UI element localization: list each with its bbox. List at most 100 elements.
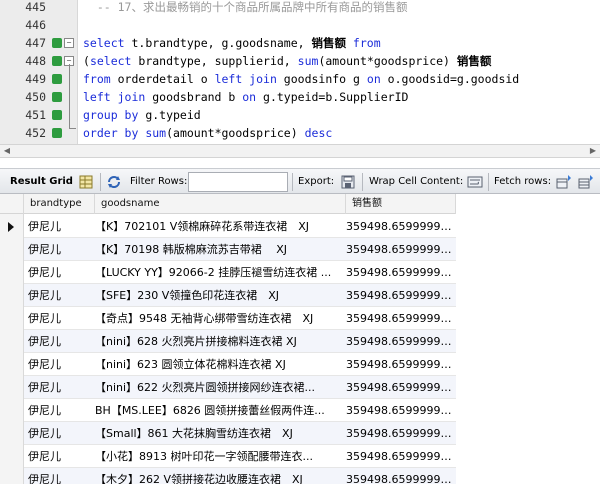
cell-brandtype[interactable]: 伊尼儿 bbox=[28, 468, 94, 484]
code-line[interactable]: 446 bbox=[0, 16, 600, 34]
cell-sales[interactable]: 359498.659999998 bbox=[346, 215, 454, 238]
cell-brandtype[interactable]: 伊尼儿 bbox=[28, 353, 94, 376]
cell-brandtype[interactable]: 伊尼儿 bbox=[28, 284, 94, 307]
filter-rows-input[interactable] bbox=[188, 172, 288, 192]
cell-brandtype[interactable]: 伊尼儿 bbox=[28, 330, 94, 353]
code-line[interactable]: 447 − select t.brandtype, g.goodsname, 销售额… bbox=[0, 34, 600, 52]
table-row[interactable]: 伊尼儿 【Small】861 大花抹胸雪纺连衣裙 XJ 359498.6599999… bbox=[24, 422, 456, 445]
column-header-goodsname[interactable]: goodsname bbox=[95, 194, 346, 214]
code-line[interactable]: 450 left join goodsbrand b on g.typeid=b.… bbox=[0, 88, 600, 106]
table-row[interactable]: 伊尼儿 【K】70198 韩版棉麻流苏吉带裙 XJ 359498.659999998 bbox=[24, 238, 456, 261]
table-row[interactable]: 伊尼儿 【nini】628 火烈亮片拼接棉料连衣裙 XJ 359498.659999… bbox=[24, 330, 456, 353]
cell-goodsname[interactable]: 【nini】623 圆领立体花棉料连衣裙 XJ bbox=[95, 353, 345, 376]
table-row[interactable]: 伊尼儿 【nini】622 火烈亮片圆领拼接网纱连衣裙... 359498.6599… bbox=[24, 376, 456, 399]
sql-token: ( bbox=[83, 54, 90, 68]
cell-goodsname[interactable]: 【奇点】9548 无袖背心绑带雪纺连衣裙 XJ bbox=[95, 307, 345, 330]
table-row[interactable]: 伊尼儿 【小花】8913 树叶印花一字领配腰带连衣... 359498.659999… bbox=[24, 445, 456, 468]
cell-goodsname[interactable]: 【K】70198 韩版棉麻流苏吉带裙 XJ bbox=[95, 238, 345, 261]
statement-marker-icon[interactable] bbox=[52, 38, 62, 48]
code-line[interactable]: 448− (select brandtype, supplierid, sum(a… bbox=[0, 52, 600, 70]
cell-goodsname[interactable]: BH【MS.LEE】6826 圆领拼接蕾丝假两件连... bbox=[95, 399, 345, 422]
code-text[interactable]: -- 17、求出最畅销的十个商品所属品牌中所有商品的销售额 bbox=[83, 0, 408, 16]
cell-sales[interactable]: 359498.659999998 bbox=[346, 284, 454, 307]
result-grid[interactable]: brandtype goodsname 销售额 伊尼儿 【K】702101 V领棉… bbox=[0, 194, 600, 484]
cell-sales[interactable]: 359498.659999998 bbox=[346, 445, 454, 468]
code-text[interactable]: select t.brandtype, g.goodsname, 销售额 fro… bbox=[83, 34, 381, 52]
sql-keyword: desc bbox=[304, 126, 333, 140]
sql-token: 销售额 bbox=[456, 54, 492, 68]
column-header-brandtype[interactable]: brandtype bbox=[24, 194, 95, 214]
scroll-left-icon[interactable]: ◀ bbox=[0, 145, 14, 157]
cell-brandtype[interactable]: 伊尼儿 bbox=[28, 445, 94, 468]
code-text[interactable]: group by g.typeid bbox=[83, 106, 201, 124]
cell-goodsname[interactable]: 【Small】861 大花抹胸雪纺连衣裙 XJ bbox=[95, 422, 345, 445]
table-row[interactable]: 伊尼儿 【K】702101 V领棉麻碎花系带连衣裙 XJ 359498.659999… bbox=[24, 215, 456, 238]
cell-goodsname[interactable]: 【SFE】230 V领撞色印花连衣裙 XJ bbox=[95, 284, 345, 307]
table-row[interactable]: 伊尼儿 【SFE】230 V领撞色印花连衣裙 XJ 359498.659999998 bbox=[24, 284, 456, 307]
sql-token: o.goodsid=g.goodsid bbox=[380, 72, 520, 86]
cell-sales[interactable]: 359498.659999998 bbox=[346, 238, 454, 261]
result-toolbar: Result Grid Filter Rows: Export: Wrap Ce… bbox=[0, 168, 600, 194]
fetch-all-rows-icon[interactable] bbox=[578, 174, 594, 190]
cell-goodsname[interactable]: 【K】702101 V领棉麻碎花系带连衣裙 XJ bbox=[95, 215, 345, 238]
editor-horizontal-scrollbar[interactable]: ◀ ▶ bbox=[0, 144, 600, 158]
code-text[interactable]: from orderdetail o left join goodsinfo g… bbox=[83, 70, 519, 88]
result-grid-tab[interactable]: Result Grid bbox=[10, 169, 73, 195]
cell-goodsname[interactable]: 【LUCKY YY】92066-2 挂脖压褪雪纺连衣裙 ... bbox=[95, 261, 345, 284]
cell-brandtype[interactable]: 伊尼儿 bbox=[28, 215, 94, 238]
code-text[interactable]: left join goodsbrand b on g.typeid=b.Sup… bbox=[83, 88, 408, 106]
code-line[interactable]: 449 from orderdetail o left join goodsinf… bbox=[0, 70, 600, 88]
table-row[interactable]: 伊尼儿 BH【MS.LEE】6826 圆领拼接蕾丝假两件连... 359498.65… bbox=[24, 399, 456, 422]
cell-sales[interactable]: 359498.659999998 bbox=[346, 422, 454, 445]
statement-marker-icon[interactable] bbox=[52, 92, 62, 102]
code-text[interactable]: (select brandtype, supplierid, sum(amoun… bbox=[83, 52, 491, 70]
cell-goodsname[interactable]: 【nini】628 火烈亮片拼接棉料连衣裙 XJ bbox=[95, 330, 345, 353]
cell-sales[interactable]: 359498.659999998 bbox=[346, 468, 454, 484]
cell-sales[interactable]: 359498.659999998 bbox=[346, 353, 454, 376]
statement-marker-icon[interactable] bbox=[52, 128, 62, 138]
cell-goodsname[interactable]: 【小花】8913 树叶印花一字领配腰带连衣... bbox=[95, 445, 345, 468]
code-line[interactable]: 445 -- 17、求出最畅销的十个商品所属品牌中所有商品的销售额 bbox=[0, 0, 600, 16]
code-line[interactable]: 451 group by g.typeid bbox=[0, 106, 600, 124]
line-number: 445 bbox=[25, 0, 46, 14]
cell-sales[interactable]: 359498.659999998 bbox=[346, 307, 454, 330]
cell-brandtype[interactable]: 伊尼儿 bbox=[28, 261, 94, 284]
sql-editor[interactable]: 445 -- 17、求出最畅销的十个商品所属品牌中所有商品的销售额 446 447 −… bbox=[0, 0, 600, 144]
table-row[interactable]: 伊尼儿 【LUCKY YY】92066-2 挂脖压褪雪纺连衣裙 ... 359498… bbox=[24, 261, 456, 284]
cell-brandtype[interactable]: 伊尼儿 bbox=[28, 376, 94, 399]
cell-brandtype[interactable]: 伊尼儿 bbox=[28, 422, 94, 445]
sql-keyword: left join bbox=[83, 90, 146, 104]
sql-keyword: left join bbox=[214, 72, 277, 86]
table-row[interactable]: 伊尼儿 【木夕】262 V领拼接花边收腰连衣裙 XJ 359498.65999999… bbox=[24, 468, 456, 484]
cell-brandtype[interactable]: 伊尼儿 bbox=[28, 238, 94, 261]
statement-marker-icon[interactable] bbox=[52, 56, 62, 66]
cell-sales[interactable]: 359498.659999998 bbox=[346, 330, 454, 353]
statement-marker-icon[interactable] bbox=[52, 110, 62, 120]
cell-sales[interactable]: 359498.659999998 bbox=[346, 399, 454, 422]
statement-marker-icon[interactable] bbox=[52, 74, 62, 84]
cell-sales[interactable]: 359498.659999998 bbox=[346, 376, 454, 399]
cell-brandtype[interactable]: 伊尼儿 bbox=[28, 307, 94, 330]
export-label: Export: bbox=[298, 176, 335, 187]
cell-brandtype[interactable]: 伊尼儿 bbox=[28, 399, 94, 422]
table-row[interactable]: 伊尼儿 【nini】623 圆领立体花棉料连衣裙 XJ 359498.6599999… bbox=[24, 353, 456, 376]
row-selector-column[interactable] bbox=[0, 214, 24, 484]
column-header-sales[interactable]: 销售额 bbox=[346, 194, 456, 214]
code-text[interactable]: order by sum(amount*goodsprice) desc bbox=[83, 124, 332, 142]
fetch-next-rows-icon[interactable] bbox=[556, 174, 572, 190]
cell-goodsname[interactable]: 【木夕】262 V领拼接花边收腰连衣裙 XJ bbox=[95, 468, 345, 484]
grid-view-icon[interactable] bbox=[78, 174, 94, 190]
sql-token: orderdetail o bbox=[110, 72, 215, 86]
table-row[interactable]: 伊尼儿 【奇点】9548 无袖背心绑带雪纺连衣裙 XJ 359498.6599999… bbox=[24, 307, 456, 330]
wrap-cell-content-icon[interactable] bbox=[467, 174, 483, 190]
scroll-right-icon[interactable]: ▶ bbox=[586, 145, 600, 157]
fold-toggle-icon[interactable]: − bbox=[64, 38, 74, 48]
line-number: 452 bbox=[25, 126, 46, 140]
cell-sales[interactable]: 359498.659999998 bbox=[346, 261, 454, 284]
line-number: 446 bbox=[25, 18, 46, 32]
cell-goodsname[interactable]: 【nini】622 火烈亮片圆领拼接网纱连衣裙... bbox=[95, 376, 345, 399]
refresh-filter-icon[interactable] bbox=[106, 174, 122, 190]
code-line[interactable]: 452 order by sum(amount*goodsprice) desc bbox=[0, 124, 600, 142]
export-icon[interactable] bbox=[340, 174, 356, 190]
grid-empty-area bbox=[456, 194, 600, 484]
